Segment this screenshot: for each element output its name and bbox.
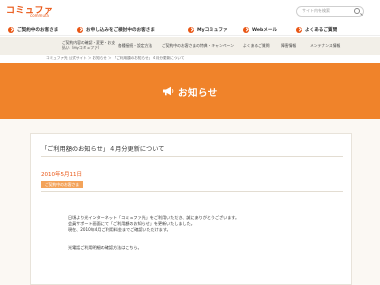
main-nav: ご契約中のお客さま お申し込みをご検討中のお客さま Myコミュファ Webメール…	[0, 22, 380, 36]
commufa-logo[interactable]: コミュファ commufa	[6, 3, 53, 19]
nav-label: Webメール	[252, 27, 278, 33]
breadcrumb-text[interactable]: コミュファ光 公式サイト ＞ お知らせ ＞ 「ご利用額のお知らせ」４月分更新につ…	[46, 56, 184, 61]
nav-prospective-customers[interactable]: お申し込みをご検討中のお客さま	[77, 25, 155, 34]
arrow-circle-icon	[77, 26, 83, 33]
article-date: 2010年5月11日	[41, 172, 82, 178]
page-title: お知らせ	[178, 88, 218, 99]
arrow-circle-icon	[188, 26, 194, 33]
nav-label: ご契約中のお客さま	[17, 27, 59, 33]
article-paragraph[interactable]: 光電話ご利用明細の確認方法はこちら。	[68, 245, 142, 251]
nav-my-commufa[interactable]: Myコミュファ	[188, 25, 228, 34]
search-icon[interactable]	[354, 8, 360, 14]
subnav-item-settings[interactable]: 各種接続・設定方法	[118, 43, 152, 48]
sub-nav: ご契約内容の確認・変更・お支 払い（Myコミュファ） 各種接続・設定方法 ご契約…	[0, 37, 380, 55]
divider	[41, 191, 343, 192]
subnav-item-contract[interactable]: ご契約内容の確認・変更・お支 払い（Myコミュファ）	[62, 40, 115, 50]
category-badge: ご契約中のお客さま	[41, 181, 84, 188]
breadcrumb: コミュファ光 公式サイト ＞ お知らせ ＞ 「ご利用額のお知らせ」４月分更新につ…	[0, 55, 380, 63]
page-hero: お知らせ	[0, 63, 380, 119]
nav-label: よくあるご質問	[305, 27, 338, 33]
megaphone-icon	[163, 86, 174, 96]
site-header: コミュファ commufa サイト内を検索	[0, 0, 380, 22]
nav-current-customers[interactable]: ご契約中のお客さま	[8, 25, 58, 34]
logo-subtext: commufa	[30, 13, 49, 18]
subnav-item-faq[interactable]: よくあるご質問	[243, 43, 270, 48]
subnav-item-maintenance[interactable]: メンテナンス情報	[310, 43, 340, 48]
article-paragraph: 現在、2010年4月ご利用料金までご確認いただけます。	[68, 227, 171, 232]
divider	[41, 156, 343, 157]
main-content: 「ご利用額のお知らせ」４月分更新について 2010年5月11日 ご契約中のお客さ…	[0, 119, 380, 285]
arrow-circle-icon	[296, 26, 302, 33]
arrow-circle-icon	[8, 26, 14, 33]
subnav-item-outage[interactable]: 障害情報	[281, 43, 296, 48]
nav-faq[interactable]: よくあるご質問	[296, 25, 337, 34]
search-placeholder: サイト内を検索	[302, 8, 330, 13]
subnav-label: 払い（Myコミュファ）	[62, 45, 102, 50]
search-input[interactable]: サイト内を検索	[296, 6, 364, 17]
subnav-item-campaigns[interactable]: ご契約中のお客さまの特典・キャンペーン	[162, 43, 234, 48]
nav-label: お申し込みをご検討中のお客さま	[86, 27, 155, 33]
nav-label: Myコミュファ	[197, 27, 228, 33]
arrow-circle-icon	[243, 26, 249, 33]
news-article: 「ご利用額のお知らせ」４月分更新について 2010年5月11日 ご契約中のお客さ…	[30, 133, 352, 285]
article-title: 「ご利用額のお知らせ」４月分更新について	[41, 146, 165, 153]
nav-webmail[interactable]: Webメール	[243, 25, 277, 34]
